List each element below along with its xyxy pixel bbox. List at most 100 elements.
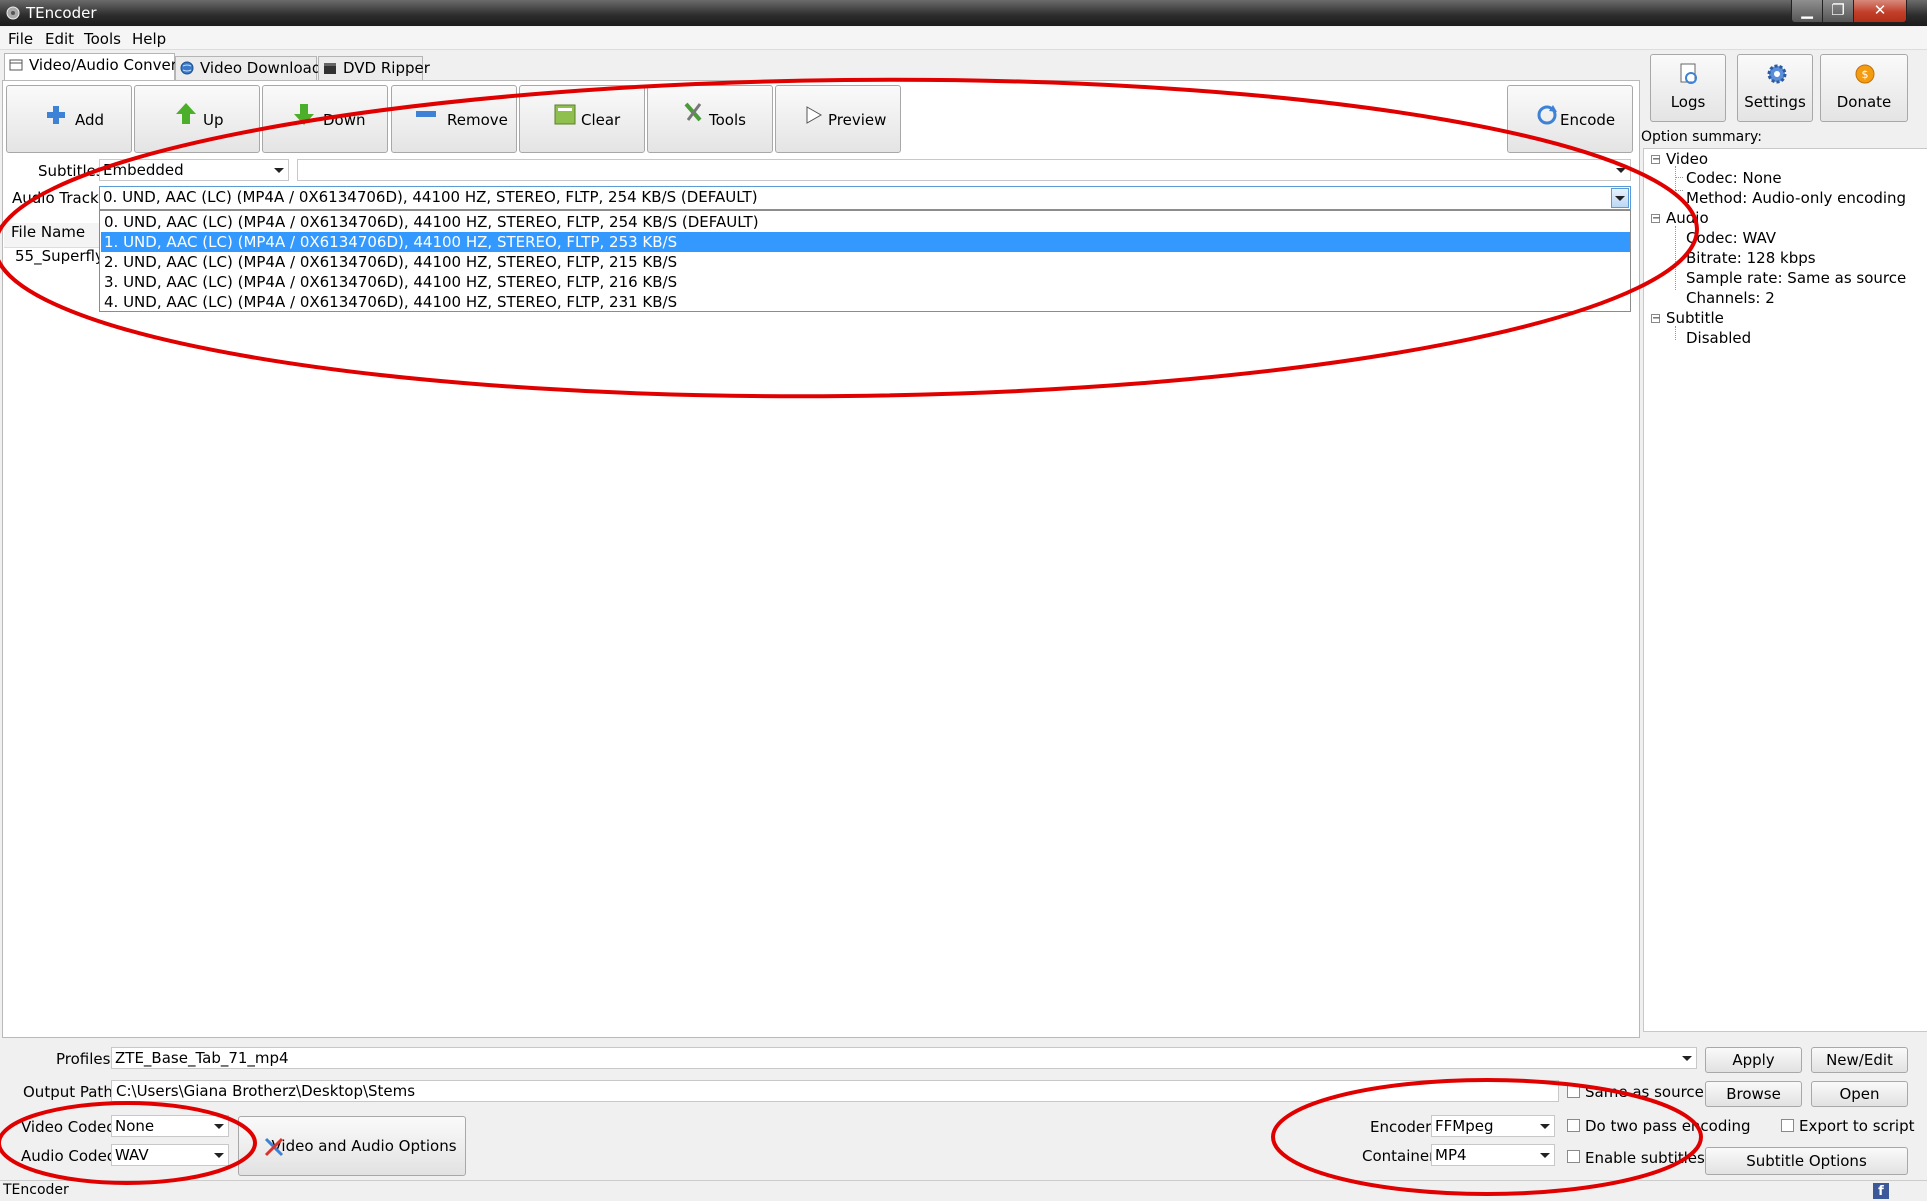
tree-audio: Audio [1666,209,1709,227]
collapse-subtitle-icon[interactable]: − [1651,314,1660,324]
two-pass-checkbox[interactable] [1567,1119,1580,1132]
audio-track-select[interactable]: 0. UND, AAC (LC) (MP4A / 0X6134706D), 44… [99,186,1631,210]
open-button[interactable]: Open [1811,1081,1908,1107]
tree-video: Video [1666,150,1709,168]
file-name-column-header: File Name [11,223,86,241]
two-pass-label: Do two pass encoding [1585,1117,1751,1135]
add-button[interactable]: Add [6,85,132,153]
preview-label: Preview [828,111,887,129]
container-select[interactable]: MP4 [1431,1144,1555,1166]
encoder-select[interactable]: FFMpeg [1431,1115,1555,1137]
audio-track-option[interactable]: 4. UND, AAC (LC) (MP4A / 0X6134706D), 44… [101,292,1630,312]
dropdown-button[interactable] [1611,188,1629,208]
profiles-select[interactable]: ZTE_Base_Tab_71_mp4 [111,1047,1697,1069]
wrench-icon [684,102,702,122]
profiles-label: Profiles: [56,1050,116,1068]
tab-video-downloader[interactable]: Video Downloader [175,56,337,80]
menu-file[interactable]: File [8,30,33,48]
subtitles-value: Embedded [103,161,184,179]
subtitle-file-select[interactable] [297,159,1631,181]
container-value: MP4 [1435,1146,1467,1164]
audio-track-dropdown-list[interactable]: 0. UND, AAC (LC) (MP4A / 0X6134706D), 44… [99,210,1631,312]
window-title: TEncoder [26,4,97,22]
audio-track-label: Audio Track: [12,189,104,207]
enable-subtitles-checkbox[interactable] [1567,1150,1580,1163]
menu-edit[interactable]: Edit [45,30,74,48]
svg-text:$: $ [1862,68,1869,81]
logs-button[interactable]: Logs [1650,54,1726,122]
collapse-audio-icon[interactable]: − [1651,214,1660,224]
output-path-input[interactable]: C:\Users\Giana Brotherz\Desktop\Stems [111,1080,1559,1102]
tab-dvd-ripper[interactable]: DVD Ripper [318,56,430,80]
menu-bar: File Edit Tools Help [0,27,1927,50]
chevron-down-icon [214,1153,224,1158]
down-button[interactable]: Down [262,85,388,153]
settings-button[interactable]: Settings [1737,54,1813,122]
output-path-label: Output Path: [23,1083,118,1101]
encode-label: Encode [1560,111,1616,129]
remove-button[interactable]: Remove [391,85,517,153]
status-text: TEncoder [3,1182,69,1198]
audio-track-option[interactable]: 3. UND, AAC (LC) (MP4A / 0X6134706D), 44… [101,272,1630,292]
chevron-down-icon [1540,1124,1550,1129]
video-audio-options-button[interactable]: Video and Audio Options [238,1116,466,1176]
tree-video-method: Method: Audio-only encoding [1686,189,1907,207]
tools-label: Tools [709,111,746,129]
tree-video-codec: Codec: None [1686,169,1782,187]
audio-codec-select[interactable]: WAV [111,1144,229,1166]
up-label: Up [203,111,224,129]
file-list-header[interactable]: File Name [4,223,100,248]
tools-button[interactable]: Tools [647,85,773,153]
audio-codec-value: WAV [115,1146,149,1164]
chevron-down-icon [214,1124,224,1129]
container-label: Container: [1362,1147,1441,1165]
donate-button[interactable]: $ Donate [1820,54,1908,122]
subtitles-select[interactable]: Embedded [99,159,289,181]
clear-button[interactable]: Clear [519,85,645,153]
menu-help[interactable]: Help [132,30,166,48]
chevron-down-icon [274,168,284,173]
chevron-down-icon [1682,1056,1692,1061]
logs-label: Logs [1670,93,1706,111]
audio-track-option[interactable]: 0. UND, AAC (LC) (MP4A / 0X6134706D), 44… [101,212,1630,232]
film-icon [9,59,23,71]
minus-icon [416,111,436,117]
apply-button[interactable]: Apply [1705,1047,1802,1073]
refresh-icon [1537,105,1557,125]
down-label: Down [323,111,366,129]
preview-button[interactable]: Preview [775,85,901,153]
facebook-icon[interactable]: f [1873,1183,1889,1199]
collapse-video-icon[interactable]: − [1651,155,1660,165]
donate-coin-icon: $ [1855,64,1875,84]
chevron-down-icon [1540,1153,1550,1158]
same-as-source-label: Same as source [1585,1083,1704,1101]
encoder-label: Encoder: [1370,1118,1437,1136]
maximize-button[interactable]: ❐ [1822,0,1854,23]
status-bar: TEncoder f [0,1180,1927,1201]
export-script-checkbox[interactable] [1781,1119,1794,1132]
add-label: Add [75,111,105,129]
tab-video-audio-converter[interactable]: Video/Audio Converter [4,53,198,81]
new-edit-button[interactable]: New/Edit [1811,1047,1908,1073]
up-button[interactable]: Up [134,85,260,153]
export-script-label: Export to script [1799,1117,1915,1135]
remove-label: Remove [447,111,508,129]
browse-button[interactable]: Browse [1705,1081,1802,1107]
audio-track-option-selected[interactable]: 1. UND, AAC (LC) (MP4A / 0X6134706D), 44… [101,232,1630,252]
audio-track-option[interactable]: 2. UND, AAC (LC) (MP4A / 0X6134706D), 44… [101,252,1630,272]
title-bar: TEncoder ▁ ❐ ✕ [0,0,1927,26]
same-as-source-checkbox[interactable] [1567,1085,1580,1098]
video-codec-select[interactable]: None [111,1115,229,1137]
close-button[interactable]: ✕ [1853,0,1907,23]
subtitle-options-button[interactable]: Subtitle Options [1705,1147,1908,1175]
video-codec-label: Video Codec: [21,1118,120,1136]
chevron-down-icon [1615,196,1625,201]
arrow-down-icon [294,104,314,125]
clapperboard-icon [324,63,336,74]
plus-icon [47,106,65,124]
tools-icon [264,1137,284,1157]
minimize-button[interactable]: ▁ [1791,0,1823,23]
menu-tools[interactable]: Tools [84,30,121,48]
video-codec-value: None [115,1117,155,1135]
encode-button[interactable]: Encode [1507,85,1633,153]
